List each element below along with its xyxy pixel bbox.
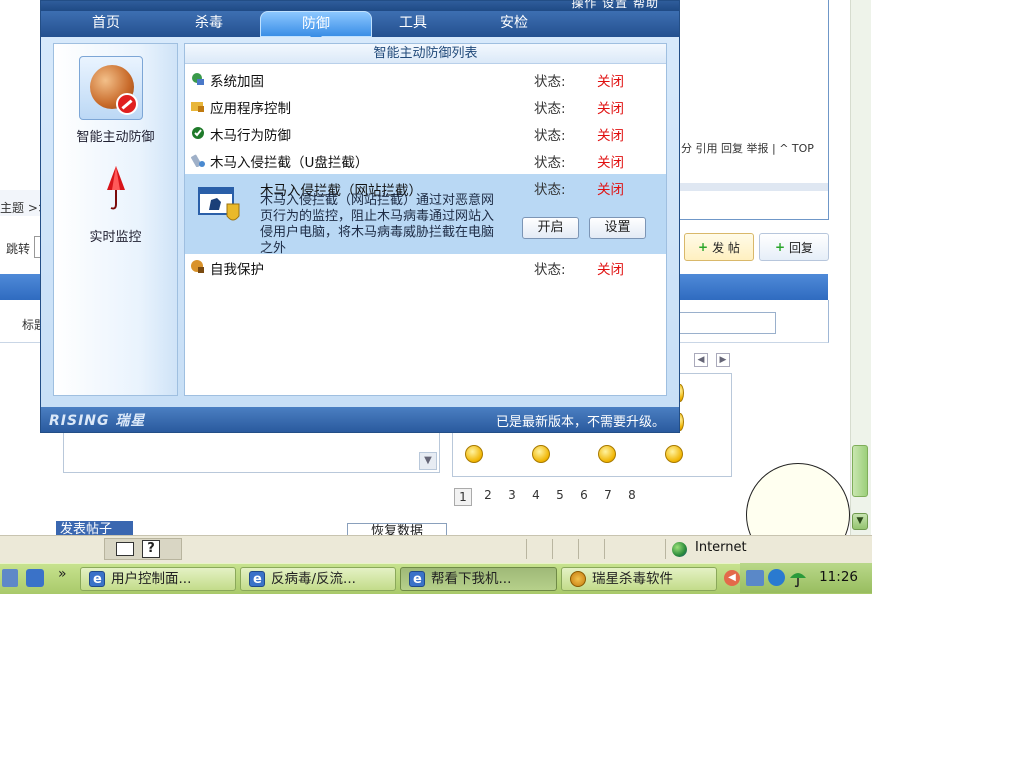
- status-value: 关闭: [597, 155, 624, 171]
- post-footer-links[interactable]: 分 引用 回复 举报 | ^ TOP: [681, 140, 814, 156]
- keyboard-icon[interactable]: [116, 542, 134, 556]
- page-8[interactable]: 8: [624, 488, 640, 506]
- breadcrumb[interactable]: 主题 >>: [0, 199, 40, 216]
- status-value: 关闭: [597, 262, 624, 278]
- internet-zone-icon: [672, 542, 687, 557]
- window-menu[interactable]: 操作 设置 帮助: [571, 0, 659, 11]
- tab-scan[interactable]: 杀毒: [174, 11, 244, 37]
- ie-icon: [409, 569, 425, 590]
- list-item-self-protect[interactable]: 自我保护 状态: 关闭: [185, 254, 666, 281]
- ie-tray-icon[interactable]: [768, 569, 785, 586]
- list-item-trojan-behavior[interactable]: 木马行为防御 状态: 关闭: [185, 120, 666, 147]
- rising-lion-icon: [570, 571, 586, 587]
- emoji-prev-icon[interactable]: ◀: [694, 353, 708, 367]
- list-item-app-control[interactable]: 应用程序控制 状态: 关闭: [185, 93, 666, 120]
- page-3[interactable]: 3: [504, 488, 520, 506]
- task-rising-antivirus[interactable]: 瑞星杀毒软件: [561, 567, 717, 591]
- umbrella-tray-icon[interactable]: [788, 568, 808, 588]
- page-2[interactable]: 2: [480, 488, 496, 506]
- status-value: 关闭: [597, 74, 624, 90]
- smart-defense-nav-item[interactable]: [79, 56, 143, 120]
- tab-home[interactable]: 首页: [71, 11, 141, 37]
- tab-defense[interactable]: 防御: [260, 11, 372, 42]
- smart-defense-label[interactable]: 智能主动防御: [54, 126, 177, 145]
- task-antivirus-page[interactable]: 反病毒/反流...: [240, 567, 396, 591]
- page-6[interactable]: 6: [576, 488, 592, 506]
- submit-post-button[interactable]: 发表帖子: [56, 521, 133, 535]
- network-icon[interactable]: [746, 570, 764, 586]
- umbrella-icon[interactable]: [103, 164, 129, 212]
- ie-icon: [249, 569, 265, 590]
- status-value: 关闭: [597, 101, 624, 117]
- scroll-down-icon[interactable]: ▼: [852, 513, 868, 530]
- shield-globe-icon: [192, 73, 204, 85]
- page-1[interactable]: 1: [454, 488, 472, 506]
- page-7[interactable]: 7: [600, 488, 616, 506]
- quicklaunch-chevron[interactable]: »: [58, 566, 67, 582]
- enable-button[interactable]: 开启: [522, 217, 579, 239]
- emoji-icon[interactable]: [665, 445, 683, 463]
- emoji-pagination: 1 2 3 4 5 6 7 8: [454, 488, 640, 506]
- status-value: 关闭: [597, 128, 624, 144]
- tab-tools[interactable]: 工具: [378, 11, 448, 37]
- page-4[interactable]: 4: [528, 488, 544, 506]
- title-input[interactable]: [680, 312, 776, 334]
- reply-button[interactable]: + 回复: [759, 233, 829, 261]
- content-box-border: [828, 0, 829, 220]
- update-status-text: 已是最新版本，不需要升级。: [495, 415, 665, 430]
- status-value: 关闭: [597, 182, 624, 198]
- show-desktop-icon[interactable]: [2, 569, 18, 587]
- tray-expand-icon[interactable]: ◀: [724, 570, 740, 586]
- circle-annotation: [746, 463, 850, 535]
- main-tabs: 首页 杀毒 防御 工具 安检: [41, 11, 679, 42]
- browser-status-bar: ? Internet: [0, 535, 872, 563]
- restore-data-button[interactable]: 恢复数据: [347, 523, 447, 535]
- clock: 11:26: [819, 569, 858, 585]
- block-icon: [116, 93, 138, 115]
- content-box-footer: [680, 183, 828, 191]
- ie-icon: [89, 569, 105, 590]
- list-item-web-block[interactable]: 木马入侵拦截（网站拦截） 状态: 关闭 木马入侵拦截（网站拦截）通过对恶意网页行…: [185, 174, 666, 254]
- emoji-icon[interactable]: [598, 445, 616, 463]
- ie-quicklaunch-icon[interactable]: [26, 569, 44, 587]
- list-item-system-hardening[interactable]: 系统加固 状态: 关闭: [185, 66, 666, 93]
- tab-checkup[interactable]: 安检: [479, 11, 549, 37]
- rising-logo: RISING 瑞星: [49, 413, 146, 429]
- task-forum-post[interactable]: 帮看下我机...: [400, 567, 557, 591]
- task-control-panel[interactable]: 用户控制面...: [80, 567, 236, 591]
- message-textarea[interactable]: [63, 433, 440, 473]
- usb-icon: [191, 154, 205, 167]
- content-box-bottom: [680, 219, 829, 220]
- realtime-monitor-label[interactable]: 实时监控: [54, 226, 177, 245]
- reply-box-header-right: [680, 274, 828, 300]
- help-icon[interactable]: ?: [142, 540, 160, 558]
- page-5[interactable]: 5: [552, 488, 568, 506]
- emoji-next-icon[interactable]: ▶: [716, 353, 730, 367]
- plus-icon: +: [774, 240, 786, 254]
- window-titlebar: 操作 设置 帮助: [41, 0, 679, 11]
- settings-button[interactable]: 设置: [589, 217, 646, 239]
- defense-list-panel: 智能主动防御列表 系统加固 状态: 关闭 应用程序控制 状态: 关闭 木马行为防…: [184, 43, 667, 396]
- item-description: 木马入侵拦截（网站拦截）通过对恶意网页行为的监控，阻止木马病毒通过网站入侵用户电…: [260, 193, 495, 254]
- lion-shield-icon: [191, 260, 204, 273]
- rising-antivirus-window: 操作 设置 帮助 首页 杀毒 防御 工具 安检 智能主动防御 实时监控 智能主动…: [40, 0, 680, 433]
- system-tray: ◀ 11:26: [724, 563, 872, 593]
- reply-box-header-left: [0, 274, 40, 300]
- jump-label: 跳转: [6, 242, 31, 256]
- web-trojan-block-icon: [198, 187, 240, 221]
- post-button[interactable]: + 发 帖: [684, 233, 754, 261]
- textarea-scroll-down-icon[interactable]: ▼: [419, 452, 437, 470]
- defense-nav-panel: 智能主动防御 实时监控: [53, 43, 178, 396]
- internet-zone-label: Internet: [695, 540, 747, 555]
- list-header: 智能主动防御列表: [185, 44, 666, 64]
- list-item-usb-block[interactable]: 木马入侵拦截（U盘拦截） 状态: 关闭: [185, 147, 666, 174]
- emoji-icon[interactable]: [465, 445, 483, 463]
- folder-lock-icon: [191, 102, 204, 112]
- window-body: 智能主动防御 实时监控 智能主动防御列表 系统加固 状态: 关闭 应用程序控制 …: [41, 37, 679, 407]
- plus-icon: +: [698, 240, 709, 254]
- emoji-icon[interactable]: [532, 445, 550, 463]
- scrollbar-thumb[interactable]: [852, 445, 868, 497]
- window-status-bar: RISING 瑞星 已是最新版本，不需要升级。: [41, 407, 679, 432]
- green-shield-icon: [192, 127, 204, 139]
